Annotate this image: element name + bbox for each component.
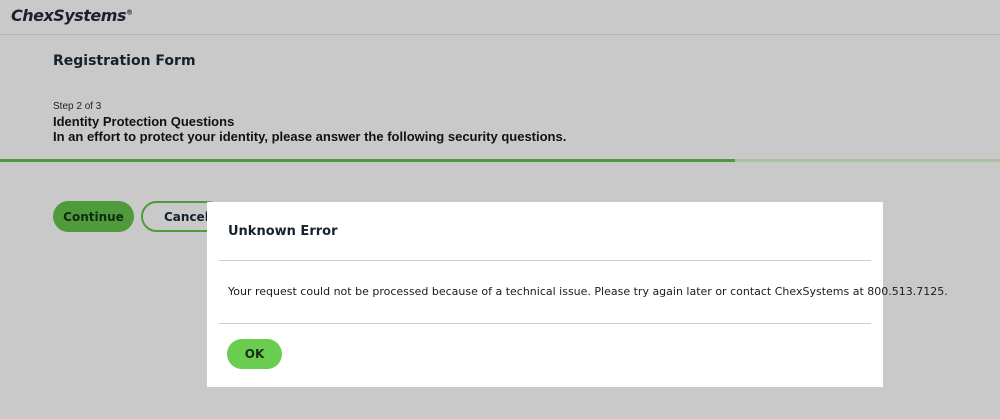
step-indicator: Step 2 of 3 [53, 101, 102, 112]
page-title: Registration Form [53, 53, 196, 69]
logo-text: ChexSystems [11, 6, 126, 25]
registered-mark: ® [125, 8, 133, 17]
section-title: Identity Protection Questions [53, 114, 235, 129]
app-header: ChexSystems® [0, 0, 1000, 35]
progress-bar [0, 159, 1000, 162]
ok-button[interactable]: OK [227, 339, 282, 369]
dialog-message: Your request could not be processed beca… [228, 285, 948, 298]
dialog-divider-top [219, 260, 871, 261]
chexsystems-logo: ChexSystems® [11, 6, 133, 25]
continue-button[interactable]: Continue [53, 201, 134, 232]
progress-bar-fill [0, 159, 735, 162]
section-description: In an effort to protect your identity, p… [53, 129, 567, 144]
error-dialog: Unknown Error Your request could not be … [207, 202, 948, 387]
dialog-divider-bottom [219, 323, 871, 324]
dialog-title: Unknown Error [228, 224, 338, 239]
